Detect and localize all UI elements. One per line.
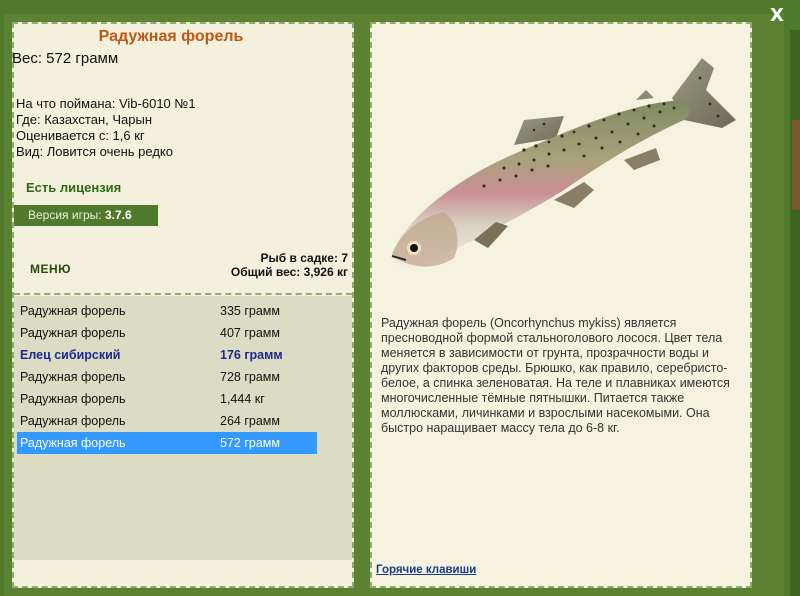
game-version: Версия игры: 3.7.6 [14,205,158,226]
keepnet-count: Рыб в садке: 7 [260,251,348,265]
fish-title: Радужная форель [98,28,244,45]
valuation-info: Оценивается с: 1,6 кг [16,128,145,143]
divider [14,293,352,295]
bait-info: На что поймана: Vib-6010 №1 [16,96,196,111]
license-status: Есть лицензия [26,180,122,195]
menu-button[interactable]: МЕНЮ [30,262,71,276]
hotkeys-link[interactable]: Горячие клавиши [376,564,476,576]
keepnet-total-weight: Общий вес: 3,926 кг [230,265,348,279]
list-item[interactable]: Радужная форель 335 грамм [17,300,317,322]
list-item[interactable]: Елец сибирский 176 грамм [17,344,317,366]
list-item-selected[interactable]: Радужная форель 572 грамм [17,432,317,454]
fish-description: Радужная форель (Oncorhynchus mykiss) яв… [381,316,730,435]
list-item[interactable]: Радужная форель 1,444 кг [17,388,317,410]
version-value: 3.7.6 [104,208,132,222]
fish-weight: Вес: 572 грамм [12,50,119,67]
version-label: Версия игры: [28,208,102,222]
list-item[interactable]: Радужная форель 264 грамм [17,410,317,432]
close-button[interactable]: X [766,4,788,28]
catch-list: Радужная форель 335 грамм Радужная форел… [17,300,317,454]
rarity-info: Вид: Ловится очень редко [16,144,173,159]
trout-image [391,58,736,268]
background-edge-image [792,120,800,210]
list-item[interactable]: Радужная форель 728 грамм [17,366,317,388]
list-item[interactable]: Радужная форель 407 грамм [17,322,317,344]
location-info: Где: Казахстан, Чарын [16,112,152,127]
background-edge [790,30,800,596]
